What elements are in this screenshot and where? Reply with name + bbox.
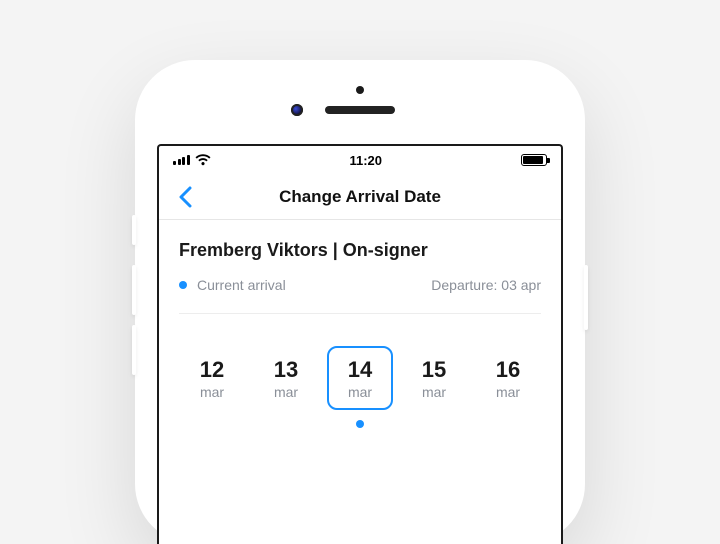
date-option-2-selected[interactable]: 14 mar (327, 346, 393, 410)
status-left (173, 154, 211, 166)
departure-label: Departure: 03 apr (431, 277, 541, 293)
phone-sensors (157, 88, 563, 124)
date-picker[interactable]: 12 mar 13 mar 14 mar 15 mar 16 mar (179, 346, 541, 410)
date-day: 12 (181, 358, 243, 382)
page-title: Change Arrival Date (279, 187, 441, 207)
power-button (584, 265, 588, 330)
arrival-meta-row: Current arrival Departure: 03 apr (179, 277, 541, 314)
person-header: Fremberg Viktors | On-signer (179, 240, 541, 261)
date-option-1[interactable]: 13 mar (253, 346, 319, 410)
date-day: 16 (477, 358, 539, 382)
volume-up-button (132, 265, 136, 315)
earpiece-speaker-icon (325, 106, 395, 114)
proximity-sensor-icon (356, 86, 364, 94)
screen: 11:20 Change Arrival Date Fremberg Vikto… (157, 144, 563, 544)
date-month: mar (255, 384, 317, 400)
chevron-left-icon (178, 186, 192, 208)
front-camera-icon (291, 104, 303, 116)
date-month: mar (329, 384, 391, 400)
status-bar: 11:20 (159, 146, 561, 174)
content-area: Fremberg Viktors | On-signer Current arr… (159, 220, 561, 428)
current-arrival-label: Current arrival (197, 277, 286, 293)
volume-down-button (132, 325, 136, 375)
date-option-4[interactable]: 16 mar (475, 346, 541, 410)
page-dot-icon (356, 420, 364, 428)
cellular-signal-icon (173, 155, 190, 165)
wifi-icon (195, 154, 211, 166)
date-month: mar (477, 384, 539, 400)
back-button[interactable] (165, 174, 205, 219)
current-arrival-legend: Current arrival (179, 277, 286, 293)
status-clock: 11:20 (349, 153, 382, 168)
navigation-bar: Change Arrival Date (159, 174, 561, 220)
legend-dot-icon (179, 281, 187, 289)
mute-switch (132, 215, 136, 245)
page-indicator (179, 420, 541, 428)
date-option-0[interactable]: 12 mar (179, 346, 245, 410)
date-day: 13 (255, 358, 317, 382)
date-day: 14 (329, 358, 391, 382)
date-month: mar (181, 384, 243, 400)
battery-icon (521, 154, 547, 166)
date-month: mar (403, 384, 465, 400)
date-option-3[interactable]: 15 mar (401, 346, 467, 410)
date-day: 15 (403, 358, 465, 382)
phone-mockup: 11:20 Change Arrival Date Fremberg Vikto… (135, 60, 585, 544)
